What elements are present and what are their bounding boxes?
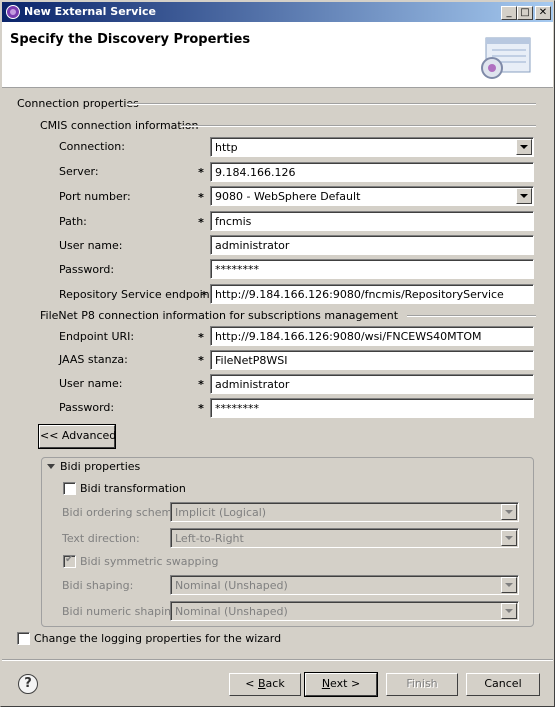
footer-divider (2, 659, 553, 661)
connection-value: http (215, 141, 238, 154)
jaas-stanza-label: JAAS stanza: (59, 353, 128, 366)
chevron-down-icon[interactable] (501, 530, 517, 546)
chevron-down-icon[interactable] (516, 139, 532, 155)
bidi-numeric-shaping-value: Nominal (Unshaped) (175, 605, 288, 618)
cmis-user-name-input[interactable]: administrator (210, 235, 534, 255)
filenet-password-input[interactable]: ******** (210, 398, 534, 418)
maximize-button[interactable]: □ (517, 6, 533, 20)
window-title: New External Service (24, 5, 156, 18)
minimize-icon: _ (506, 7, 512, 18)
cmis-divider (181, 125, 536, 127)
logging-label[interactable]: Change the logging properties for the wi… (34, 632, 281, 645)
required-marker: * (198, 331, 204, 344)
close-icon: ✕ (538, 7, 548, 18)
cmis-password-input[interactable]: ******** (210, 259, 534, 279)
bidi-ordering-schema-value: Implicit (Logical) (175, 506, 267, 519)
text-direction-value: Left-to-Right (175, 532, 244, 545)
back-prefix: < (245, 677, 258, 690)
connection-properties-divider (127, 103, 536, 105)
back-mnemonic: B (258, 677, 266, 690)
required-marker: * (198, 402, 204, 415)
filenet-user-name-label: User name: (59, 377, 123, 390)
logging-checkbox[interactable] (17, 632, 30, 645)
bidi-shaping-select[interactable]: Nominal (Unshaped) (170, 575, 519, 595)
filenet-password-label: Password: (59, 401, 115, 414)
chevron-down-icon[interactable] (501, 603, 517, 619)
cmis-group-label: CMIS connection information (40, 119, 199, 132)
connection-label: Connection: (59, 140, 125, 153)
bidi-properties-label[interactable]: Bidi properties (60, 460, 140, 473)
bidi-shaping-label: Bidi shaping: (62, 579, 134, 592)
bidi-numeric-shaping-select[interactable]: Nominal (Unshaped) (170, 601, 519, 621)
bidi-transformation-checkbox[interactable] (63, 482, 76, 495)
required-marker: * (198, 166, 204, 179)
advanced-button[interactable]: << Advanced (38, 424, 116, 449)
connection-select[interactable]: http (210, 137, 534, 157)
endpoint-uri-label: Endpoint URI: (59, 330, 135, 343)
wizard-banner: Specify the Discovery Properties (2, 22, 553, 88)
page-title: Specify the Discovery Properties (10, 32, 251, 47)
next-button[interactable]: Next > (304, 672, 378, 697)
repository-endpoint-input[interactable]: http://9.184.166.126:9080/fncmis/Reposit… (210, 284, 534, 304)
port-number-value: 9080 - WebSphere Default (215, 190, 361, 203)
cancel-button[interactable]: Cancel (466, 673, 540, 696)
jaas-stanza-input[interactable]: FileNetP8WSI (210, 350, 534, 370)
bidi-ordering-schema-select[interactable]: Implicit (Logical) (170, 502, 519, 522)
title-bar[interactable]: New External Service _ □ ✕ (2, 2, 553, 22)
collapse-icon[interactable] (47, 464, 55, 469)
required-marker: * (201, 289, 207, 302)
port-number-label: Port number: (59, 190, 131, 203)
cmis-user-name-label: User name: (59, 239, 123, 252)
bidi-transformation-label[interactable]: Bidi transformation (80, 482, 186, 495)
cmis-password-label: Password: (59, 263, 115, 276)
required-marker: * (198, 354, 204, 367)
bidi-numeric-shaping-label: Bidi numeric shaping: (62, 605, 182, 618)
text-direction-label: Text direction: (62, 532, 140, 545)
endpoint-uri-input[interactable]: http://9.184.166.126:9080/wsi/FNCEWS40MT… (210, 326, 534, 346)
required-marker: * (198, 191, 204, 204)
filenet-group-label: FileNet P8 connection information for su… (40, 309, 399, 322)
next-mnemonic: N (321, 677, 331, 690)
filenet-user-name-input[interactable]: administrator (210, 374, 534, 394)
bidi-symmetric-swapping-label: Bidi symmetric swapping (80, 555, 219, 568)
chevron-down-icon[interactable] (501, 577, 517, 593)
close-button[interactable]: ✕ (535, 6, 551, 20)
path-label: Path: (59, 215, 87, 228)
app-icon (6, 5, 20, 19)
path-input[interactable]: fncmis (210, 211, 534, 231)
back-button[interactable]: < Back (229, 673, 301, 696)
chevron-down-icon[interactable] (501, 504, 517, 520)
repository-endpoint-label: Repository Service endpoint: (59, 288, 218, 301)
next-rest: ext > (330, 677, 361, 690)
text-direction-select[interactable]: Left-to-Right (170, 528, 519, 548)
bidi-symmetric-swapping-checkbox[interactable] (63, 554, 76, 568)
server-input[interactable]: 9.184.166.126 (210, 162, 534, 182)
required-marker: * (198, 216, 204, 229)
minimize-button[interactable]: _ (501, 6, 517, 20)
port-number-select[interactable]: 9080 - WebSphere Default (210, 186, 534, 206)
filenet-divider (407, 315, 536, 317)
server-label: Server: (59, 165, 99, 178)
help-icon[interactable]: ? (18, 674, 38, 694)
required-marker: * (198, 378, 204, 391)
bidi-ordering-schema-label: Bidi ordering schema: (62, 506, 183, 519)
bidi-shaping-value: Nominal (Unshaped) (175, 579, 288, 592)
back-rest: ack (265, 677, 285, 690)
maximize-icon: □ (520, 7, 530, 18)
wizard-banner-icon (481, 37, 531, 79)
connection-properties-label: Connection properties (17, 97, 139, 110)
chevron-down-icon[interactable] (516, 188, 532, 204)
finish-button[interactable]: Finish (386, 673, 458, 696)
